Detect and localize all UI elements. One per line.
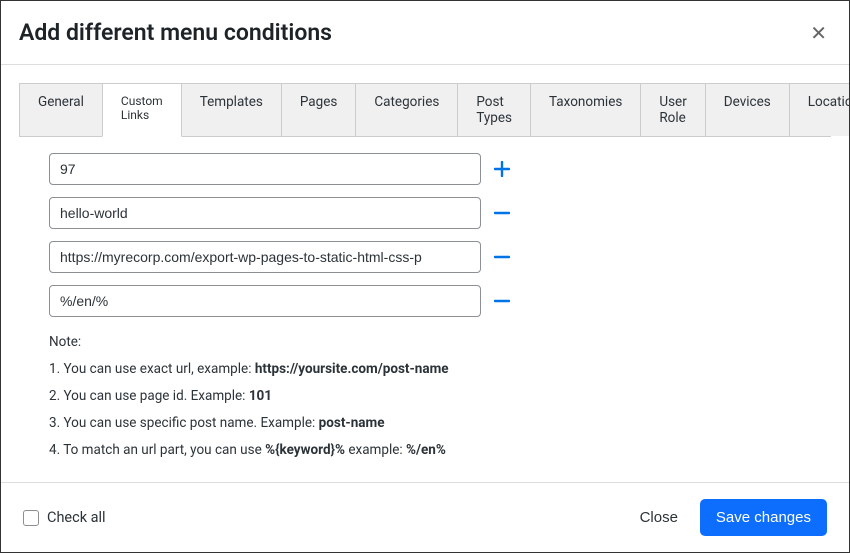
link-row xyxy=(49,153,801,185)
tab-devices[interactable]: Devices xyxy=(705,83,790,136)
link-row xyxy=(49,241,801,273)
tab-pages[interactable]: Pages xyxy=(281,83,357,136)
link-input[interactable] xyxy=(49,153,481,185)
tab-post-types[interactable]: Post Types xyxy=(457,83,531,136)
tab-custom-links[interactable]: Custom Links xyxy=(102,83,182,137)
link-input[interactable] xyxy=(49,197,481,229)
plus-icon[interactable] xyxy=(493,160,511,178)
note-line: 1. You can use exact url, example: https… xyxy=(49,356,801,383)
tab-general[interactable]: General xyxy=(19,83,103,136)
modal-header: Add different menu conditions ✕ xyxy=(1,1,849,65)
close-button[interactable]: Close xyxy=(640,509,678,526)
note-heading: Note: xyxy=(49,329,801,356)
tab-categories[interactable]: Categories xyxy=(355,83,458,136)
link-input[interactable] xyxy=(49,241,481,273)
tab-taxonomies[interactable]: Taxonomies xyxy=(530,83,641,136)
note-line: 3. You can use specific post name. Examp… xyxy=(49,410,801,437)
notes: Note: 1. You can use exact url, example:… xyxy=(49,329,801,464)
tabs: General Custom Links Templates Pages Cat… xyxy=(19,83,831,137)
dialog-title: Add different menu conditions xyxy=(19,19,332,46)
tab-user-role[interactable]: User Role xyxy=(640,83,705,136)
modal-body: General Custom Links Templates Pages Cat… xyxy=(1,65,849,482)
link-row xyxy=(49,197,801,229)
note-line: 4. To match an url part, you can use %{k… xyxy=(49,437,801,464)
tab-locations[interactable]: Locations xyxy=(789,83,849,136)
save-button[interactable]: Save changes xyxy=(700,499,827,536)
tab-templates[interactable]: Templates xyxy=(181,83,282,136)
links-area: Note: 1. You can use exact url, example:… xyxy=(19,137,831,464)
link-row xyxy=(49,285,801,317)
check-all-label[interactable]: Check all xyxy=(47,509,106,526)
modal-dialog: Add different menu conditions ✕ General … xyxy=(0,0,850,553)
modal-footer: Check all Close Save changes xyxy=(1,482,849,552)
minus-icon[interactable] xyxy=(493,204,511,222)
check-all-checkbox[interactable] xyxy=(23,510,39,526)
minus-icon[interactable] xyxy=(493,248,511,266)
check-all: Check all xyxy=(23,509,106,526)
footer-buttons: Close Save changes xyxy=(640,499,827,536)
link-input[interactable] xyxy=(49,285,481,317)
close-icon[interactable]: ✕ xyxy=(806,21,831,45)
note-line: 2. You can use page id. Example: 101 xyxy=(49,383,801,410)
minus-icon[interactable] xyxy=(493,292,511,310)
